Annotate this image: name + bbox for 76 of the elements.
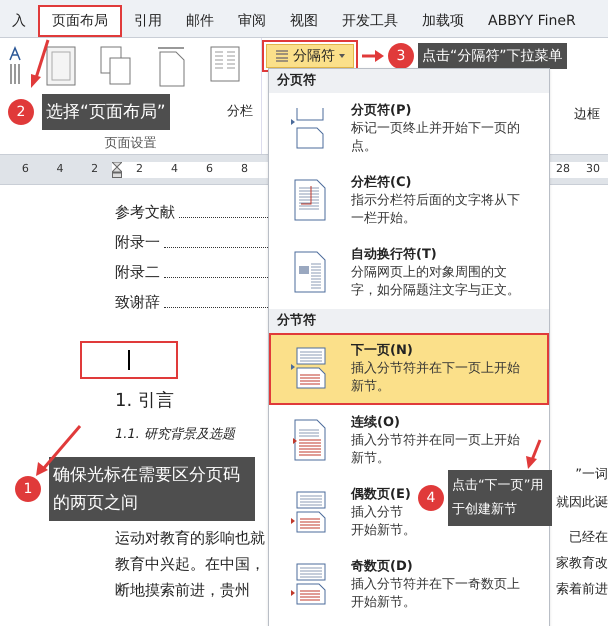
menu-item-title: 奇数页(D) [351,558,414,576]
menu-item-description: 插入分节符并在下一页上开始 新节。 [351,360,520,396]
body-text: 就因此诞 [556,494,608,512]
body-text: ”一词 [575,466,608,484]
ribbon-tab[interactable]: 加载项 [410,5,476,37]
page-size-icon[interactable] [156,46,186,88]
annotation-arrow [524,438,544,470]
margins-icon[interactable] [46,46,76,86]
menu-item-title: 连续(O) [351,414,401,432]
group-label: 页面设置 [104,135,156,153]
ribbon-tab[interactable]: 视图 [278,5,330,37]
toc-entry: 致谢辞 [115,292,160,313]
ribbon-tab[interactable]: 开发工具 [330,5,410,37]
menu-section-header: 分节符 [269,309,549,333]
body-text: 索着前进 [556,581,608,599]
menu-item-description: 分隔网页上的对象周围的文 字，如分隔题注文字与正文。 [351,264,520,300]
menu-item[interactable]: 分页符(P) 标记一页终止并开始下一页的 点。 [269,93,522,165]
menu-item-description: 标记一页终止并开始下一页的 点。 [351,120,520,156]
pages-icon[interactable] [100,46,132,86]
body-text: 断地摸索前进，贵州 [115,580,250,601]
menu-item[interactable]: 下一页(N) 插入分节符并在下一页上开始 新节。 [269,333,549,405]
menu-item[interactable]: 偶数页(E) 插入分节 开始新节。 [269,477,418,549]
callout-tooltip: 确保光标在需要区分页码的两页之间 [49,457,255,521]
indent-marker-icon[interactable] [112,162,122,178]
menu-item-description: 指示分栏符后面的文字将从下 一栏开始。 [351,192,520,228]
menu-item-title: 自动换行符(T) [351,246,438,264]
text-cursor [128,350,130,370]
callout-tooltip: 点击“下一页”用于创建新节 [448,470,552,526]
body-text: 已经在 [569,529,608,547]
document-subheading: 1.1. 研究背景及选题 [115,426,235,444]
menu-item-title: 下一页(N) [351,342,414,360]
body-text: 家教育改 [556,554,608,573]
ruler-number: 4 [171,161,178,178]
text-direction-icon[interactable] [8,46,22,86]
step-number-badge: 2 [8,99,34,125]
ruler-number: 2 [136,161,143,178]
ruler-number: 30 [586,161,600,178]
step-number-badge: 1 [15,476,41,502]
ruler-number: 4 [56,161,64,178]
columns-label: 分栏 [227,103,253,122]
toc-entry: 参考文献 [115,202,175,223]
body-text: 教育中兴起。在中国， [115,554,265,575]
callout-tooltip: 选择“页面布局” [42,94,170,130]
callout-tooltip: 点击“分隔符”下拉菜单 [418,43,567,69]
ruler-number: 8 [241,161,248,178]
ribbon-tab[interactable]: 入 [0,5,38,37]
ribbon-tab[interactable]: 审阅 [226,5,278,37]
toc-entry: 附录一 [115,232,160,253]
menu-section-header: 分页符 [269,69,549,93]
menu-item[interactable]: 自动换行符(T) 分隔网页上的对象周围的文 字，如分隔题注文字与正文。 [269,237,522,309]
ribbon-tab[interactable]: 邮件 [174,5,226,37]
menu-item[interactable]: 奇数页(D) 插入分节符并在下一奇数页上 开始新节。 [269,549,522,621]
ruler-number: 28 [556,161,570,178]
document-heading: 1. 引言 [115,389,174,413]
toc-entry: 附录二 [115,262,160,283]
menu-item-title: 分页符(P) [351,102,412,120]
menu-item-description: 插入分节 开始新节。 [351,504,416,540]
columns-icon[interactable] [210,46,240,82]
step-number-badge: 3 [388,43,414,69]
breaks-icon [275,49,289,63]
ruler-number: 6 [206,161,213,178]
menu-item[interactable]: 分栏符(C) 指示分栏符后面的文字将从下 一栏开始。 [269,165,522,237]
caret-icon [339,54,345,58]
ruler-number: 6 [22,161,29,178]
menu-item-title: 分栏符(C) [351,174,412,192]
menu-item-title: 偶数页(E) [351,486,412,504]
ribbon-tab[interactable]: ABBYY FineR [476,5,588,37]
ribbon-tab[interactable]: 引用 [122,5,174,37]
page-borders-label: 边框 [574,106,600,124]
ruler-number: 2 [91,161,98,178]
annotation-arrow [362,50,384,62]
annotation-arrow [28,38,50,90]
ribbon-tab[interactable]: 页面布局 [38,5,122,37]
body-text: 运动对教育的影响也就 [115,528,265,549]
menu-item-description: 插入分节符并在下一奇数页上 开始新节。 [351,576,520,612]
menu-item-description: 插入分节符并在同一页上开始 新节。 [351,432,520,468]
